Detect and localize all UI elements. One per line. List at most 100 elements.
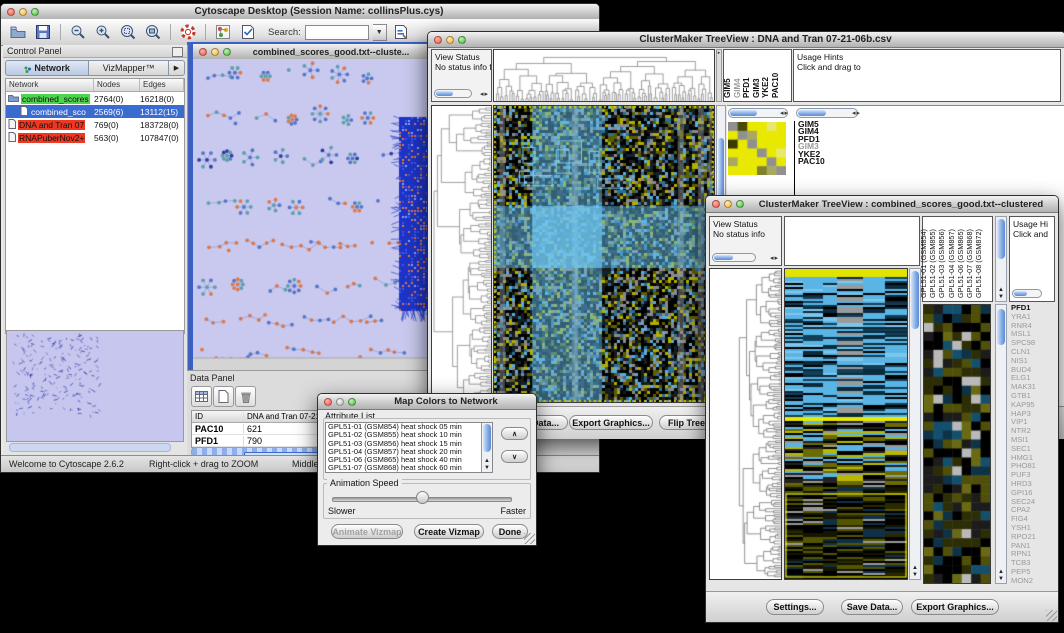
tv2-status-scrollbar[interactable] bbox=[712, 253, 756, 262]
tv2-settings-button[interactable]: Settings... bbox=[766, 599, 824, 615]
move-up-button[interactable]: ∧ bbox=[501, 427, 528, 440]
tv2-gene-label[interactable]: VIP1 bbox=[1011, 418, 1055, 427]
tv2-column-labels-scrollbar[interactable]: ▲ ▼ bbox=[995, 216, 1007, 302]
tv2-gene-label[interactable]: YRA1 bbox=[1011, 313, 1055, 322]
tv2-gene-label[interactable]: NTR2 bbox=[1011, 427, 1055, 436]
zoom-window-icon[interactable] bbox=[348, 398, 356, 406]
tv2-gene-label[interactable]: BUD4 bbox=[1011, 366, 1055, 375]
tv2-gene-label[interactable]: PHO81 bbox=[1011, 462, 1055, 471]
minimize-icon[interactable] bbox=[724, 200, 732, 208]
scroll-up-icon[interactable]: ▲ bbox=[482, 458, 492, 464]
scroll-down-icon[interactable]: ▼ bbox=[910, 572, 920, 578]
tv2-gene-label[interactable]: YSH1 bbox=[1011, 524, 1055, 533]
tv2-gene-label[interactable]: ELG1 bbox=[1011, 374, 1055, 383]
network-overview-panel[interactable] bbox=[6, 330, 184, 442]
tv1-column-label[interactable]: GIM4 bbox=[733, 78, 742, 98]
done-button[interactable]: Done bbox=[492, 524, 528, 539]
tv1-row-label[interactable]: PFD1 bbox=[798, 136, 866, 143]
main-titlebar[interactable]: Cytoscape Desktop (Session Name: collins… bbox=[1, 4, 599, 20]
tv2-gene-label[interactable]: TCB3 bbox=[1011, 559, 1055, 568]
network-canvas[interactable] bbox=[193, 59, 431, 370]
tv2-save-data-button[interactable]: Save Data... bbox=[841, 599, 903, 615]
tv2-column-label[interactable]: GPL51-03 (GSM856) bbox=[937, 229, 946, 298]
tv1-titlebar[interactable]: ClusterMaker TreeView : DNA and Tran 07-… bbox=[428, 32, 1064, 48]
attribute-list-scrollbar[interactable]: ▲ ▼ bbox=[481, 423, 492, 472]
tv2-gene-label[interactable]: HAP3 bbox=[1011, 410, 1055, 419]
zoom-window-icon[interactable] bbox=[223, 48, 231, 56]
tv2-global-heatmap[interactable] bbox=[784, 268, 908, 580]
tv2-gene-label[interactable]: KAP95 bbox=[1011, 401, 1055, 410]
network-view-titlebar[interactable]: combined_scores_good.txt--cluste... bbox=[193, 44, 431, 60]
scroll-up-icon[interactable]: ▲ bbox=[996, 569, 1006, 575]
dialog-titlebar[interactable]: Map Colors to Network bbox=[318, 394, 536, 410]
tv1-labels-hscrollbar[interactable] bbox=[796, 108, 858, 118]
scroll-down-icon[interactable]: ▼ bbox=[996, 294, 1006, 300]
zoom-in-button[interactable] bbox=[92, 22, 114, 42]
close-icon[interactable] bbox=[434, 36, 442, 44]
tv2-export-graphics-button[interactable]: Export Graphics... bbox=[911, 599, 999, 615]
tv2-column-dendrogram[interactable] bbox=[784, 216, 920, 266]
annotation-button[interactable] bbox=[237, 22, 259, 42]
network-tree-row[interactable]: combined_scores2764(0)16218(0) bbox=[6, 92, 184, 105]
zoom-window-icon[interactable] bbox=[736, 200, 744, 208]
attribute-browser-button[interactable] bbox=[390, 22, 412, 42]
help-lifesaver-icon[interactable] bbox=[177, 22, 199, 42]
vizmapper-button[interactable] bbox=[212, 22, 234, 42]
tv2-gene-label[interactable]: MAK31 bbox=[1011, 383, 1055, 392]
tv2-gene-label[interactable]: GPI16 bbox=[1011, 489, 1055, 498]
minimize-icon[interactable] bbox=[19, 8, 27, 16]
create-attribute-button[interactable] bbox=[213, 386, 234, 407]
tv2-gene-label[interactable]: NIS1 bbox=[1011, 357, 1055, 366]
save-session-button[interactable] bbox=[32, 22, 54, 42]
tv1-global-heatmap[interactable] bbox=[493, 105, 715, 403]
zoom-out-button[interactable] bbox=[67, 22, 89, 42]
tv1-status-scrollbar[interactable] bbox=[434, 89, 472, 98]
tv2-column-label[interactable]: GPL51-08 (GSM872) bbox=[974, 229, 983, 298]
close-icon[interactable] bbox=[324, 398, 332, 406]
tv1-zoom-heatmap[interactable] bbox=[728, 122, 786, 175]
tv1-column-dendrogram[interactable] bbox=[493, 49, 715, 102]
tv2-gene-label[interactable]: CPA2 bbox=[1011, 506, 1055, 515]
scroll-down-icon[interactable]: ▼ bbox=[482, 465, 492, 471]
tv2-gene-label[interactable]: CLN1 bbox=[1011, 348, 1055, 357]
tv2-gene-label[interactable]: RPN1 bbox=[1011, 550, 1055, 559]
resize-grip[interactable] bbox=[524, 533, 535, 544]
tv2-gene-scrollbar[interactable]: ▲ ▼ bbox=[995, 304, 1007, 584]
scroll-arrows-icon[interactable]: ◂▸ bbox=[852, 109, 861, 117]
tv1-row-label[interactable]: YKE2 bbox=[798, 151, 866, 158]
minimize-icon[interactable] bbox=[336, 398, 344, 406]
tv2-gene-label[interactable]: SPC98 bbox=[1011, 339, 1055, 348]
tv2-gene-label[interactable]: PFD1 bbox=[1011, 304, 1055, 313]
resize-grip[interactable] bbox=[1046, 610, 1057, 621]
tv2-hints-scrollbar[interactable] bbox=[1012, 289, 1042, 298]
tv1-column-label[interactable]: PFD1 bbox=[742, 78, 751, 98]
tab-vizmapper[interactable]: VizMapper™ bbox=[89, 60, 169, 76]
network-tree-row[interactable]: DNA and Tran 07769(0)183728(0) bbox=[6, 118, 184, 131]
tv1-row-label[interactable]: GIM5 bbox=[798, 121, 866, 128]
tv1-column-label[interactable]: PAC10 bbox=[771, 73, 780, 98]
tv2-gene-label[interactable]: PAN1 bbox=[1011, 542, 1055, 551]
tv1-zoom-hscrollbar[interactable] bbox=[728, 108, 788, 118]
tv1-row-label[interactable]: PAC10 bbox=[798, 158, 866, 165]
tv2-row-dendrogram[interactable] bbox=[709, 268, 782, 580]
network-tree-row[interactable]: RNAPuberNov2+563(0)107847(0) bbox=[6, 131, 184, 144]
tv1-row-dendrogram[interactable] bbox=[431, 105, 492, 403]
tv2-gene-label[interactable]: HRD3 bbox=[1011, 480, 1055, 489]
tv2-zoom-heatmap[interactable] bbox=[923, 304, 991, 584]
scroll-up-icon[interactable]: ▲ bbox=[910, 565, 920, 571]
zoom-fit-button[interactable] bbox=[142, 22, 164, 42]
tv1-splitter[interactable]: ▸ bbox=[716, 49, 722, 102]
window-controls[interactable] bbox=[7, 8, 39, 16]
tv2-gene-label[interactable]: SEC1 bbox=[1011, 445, 1055, 454]
scroll-down-icon[interactable]: ▼ bbox=[996, 576, 1006, 582]
tv2-column-label[interactable]: GPL51-07 (GSM868) bbox=[965, 229, 974, 298]
select-attributes-button[interactable] bbox=[191, 386, 212, 407]
tv2-gene-label[interactable]: SEC24 bbox=[1011, 498, 1055, 507]
zoom-selected-button[interactable] bbox=[117, 22, 139, 42]
birds-eye-view-canvas[interactable] bbox=[7, 331, 183, 439]
network-tree-row[interactable]: combined_sco2569(6)13112(15) bbox=[6, 105, 184, 118]
search-input[interactable] bbox=[305, 25, 369, 40]
tv2-gene-label[interactable]: RNR4 bbox=[1011, 322, 1055, 331]
tv2-gene-label[interactable]: HMG1 bbox=[1011, 454, 1055, 463]
tv2-column-label[interactable]: GPL51-06 (GSM865) bbox=[956, 229, 965, 298]
